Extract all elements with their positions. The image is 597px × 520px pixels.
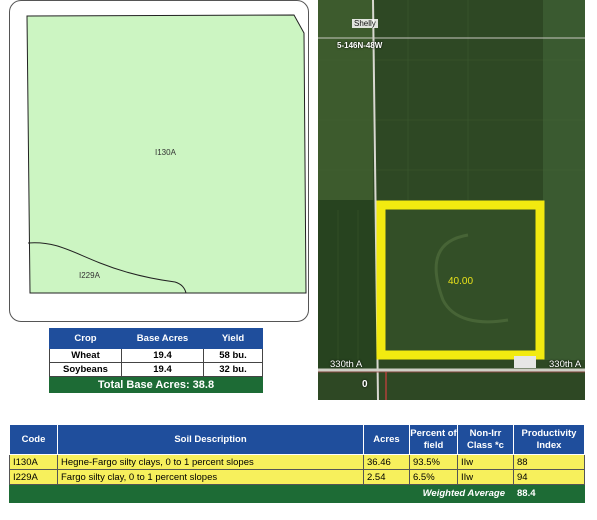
weighted-average-row: Weighted Average 88.4	[9, 484, 585, 503]
soil-description-cell: Hegne-Fargo silty clays, 0 to 1 percent …	[57, 454, 364, 470]
table-row: Wheat 19.4 58 bu.	[49, 348, 263, 363]
tract-acres-label: 40.00	[448, 276, 474, 287]
route-label: 0	[362, 379, 368, 390]
class-cell: IIw	[457, 469, 514, 485]
class-cell: IIw	[457, 454, 514, 470]
soil-map-panel: I130A I229A	[9, 0, 309, 322]
yield-cell: 32 bu.	[203, 362, 263, 377]
soil-code-cell: I229A	[9, 469, 58, 485]
road-label-right: 330th A	[549, 359, 582, 370]
table-row: I130A Hegne-Fargo silty clays, 0 to 1 pe…	[9, 454, 585, 470]
total-label: Total Base Acres:	[97, 378, 190, 391]
header-base-acres: Base Acres	[121, 328, 204, 349]
header-soil-description: Soil Description	[57, 424, 364, 455]
road-label-left: 330th A	[330, 359, 363, 370]
percent-cell: 6.5%	[409, 469, 458, 485]
section-label: 5-146N-48W	[337, 41, 383, 50]
crop-cell: Wheat	[49, 348, 122, 363]
acres-cell: 2.54	[363, 469, 410, 485]
base-acres-cell: 19.4	[121, 348, 204, 363]
soil-code-cell: I130A	[9, 454, 58, 470]
percent-cell: 93.5%	[409, 454, 458, 470]
productivity-cell: 88	[513, 454, 585, 470]
table-row: I229A Fargo silty clay, 0 to 1 percent s…	[9, 469, 585, 485]
soil-map-drawing	[26, 14, 307, 294]
soil-unit-label-i130a: I130A	[155, 148, 176, 157]
soil-unit-label-i229a: I229A	[79, 271, 100, 280]
header-percent-of-field: Percent of field	[409, 424, 458, 455]
header-yield: Yield	[203, 328, 263, 349]
weighted-average-label: Weighted Average	[9, 484, 514, 503]
crop-cell: Soybeans	[49, 362, 122, 377]
acres-cell: 36.46	[363, 454, 410, 470]
yield-cell: 58 bu.	[203, 348, 263, 363]
productivity-cell: 94	[513, 469, 585, 485]
base-acres-table: Crop Base Acres Yield Wheat 19.4 58 bu. …	[49, 328, 263, 393]
aerial-imagery	[318, 0, 585, 400]
total-base-acres: Total Base Acres: 38.8	[49, 376, 263, 393]
aerial-map-panel	[318, 0, 585, 400]
soil-description-cell: Fargo silty clay, 0 to 1 percent slopes	[57, 469, 364, 485]
total-value: 38.8	[192, 378, 215, 391]
header-productivity-index: Productivity Index	[513, 424, 585, 455]
header-acres: Acres	[363, 424, 410, 455]
weighted-average-value: 88.4	[513, 484, 585, 503]
table-row: Soybeans 19.4 32 bu.	[49, 362, 263, 377]
header-crop: Crop	[49, 328, 122, 349]
total-base-acres-row: Total Base Acres: 38.8	[49, 376, 263, 393]
header-code: Code	[9, 424, 58, 455]
base-acres-cell: 19.4	[121, 362, 204, 377]
soil-table: Code Soil Description Acres Percent of f…	[9, 424, 585, 503]
header-non-irr-class: Non-Irr Class *c	[457, 424, 514, 455]
town-label: Shelly	[352, 19, 378, 28]
